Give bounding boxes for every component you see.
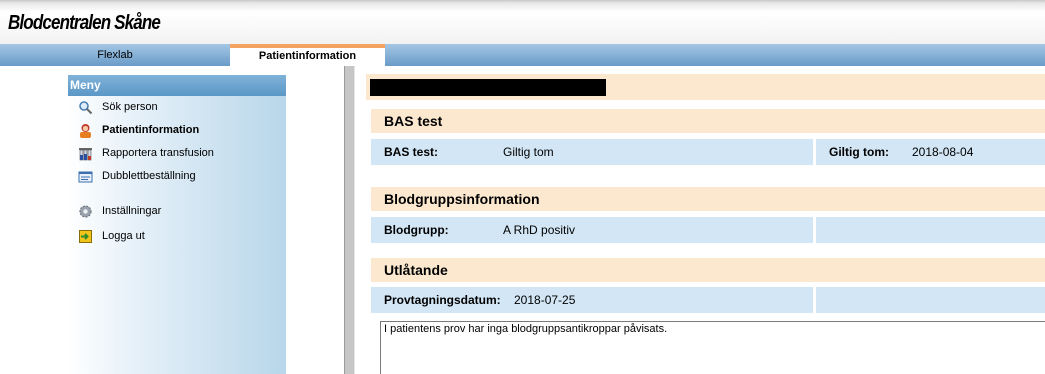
row-separator bbox=[813, 287, 816, 313]
app-title: Blodcentralen Skåne bbox=[8, 12, 161, 34]
blood-group-row: Blodgrupp: A RhD positiv bbox=[371, 217, 1045, 243]
sidebar-item-label: Logga ut bbox=[102, 230, 145, 242]
sidebar-item-sok-person[interactable]: Sök person bbox=[68, 97, 286, 118]
menu-header: Meny bbox=[68, 75, 286, 96]
sample-date-row: Provtagningsdatum: 2018-07-25 bbox=[371, 287, 1045, 313]
tab-patientinformation[interactable]: Patientinformation bbox=[230, 44, 385, 66]
sidebar-item-label: Sök person bbox=[102, 101, 158, 113]
sidebar-item-label: Inställningar bbox=[102, 205, 162, 217]
sidebar-item-label: Patientinformation bbox=[102, 124, 200, 136]
tab-flexlab[interactable]: Flexlab bbox=[0, 44, 230, 66]
blood-tubes-icon bbox=[78, 146, 93, 161]
sidebar-item-label: Rapportera transfusion bbox=[102, 147, 214, 159]
tab-bar: Flexlab Patientinformation bbox=[0, 44, 1045, 66]
patient-icon bbox=[78, 123, 93, 138]
section-statement-title: Utlåtande bbox=[371, 258, 1045, 282]
sidebar-item-dubblettbestallning[interactable]: Dubblettbeställning bbox=[68, 166, 286, 187]
patient-name-bar bbox=[366, 74, 1045, 100]
sidebar-item-label: Dubblettbeställning bbox=[102, 170, 196, 182]
valid-until-value: 2018-08-04 bbox=[912, 145, 974, 159]
magnifier-icon bbox=[78, 100, 93, 115]
duplicate-order-icon bbox=[78, 169, 93, 184]
splitter-handle[interactable] bbox=[344, 66, 355, 374]
sample-date-value: 2018-07-25 bbox=[514, 293, 576, 307]
gear-icon bbox=[78, 204, 93, 219]
valid-until-label: Giltig tom: bbox=[829, 145, 889, 159]
sidebar-menu: Meny Sök person Patientinformation Rappo… bbox=[68, 75, 286, 374]
sidebar-item-logga-ut[interactable]: Logga ut bbox=[68, 226, 286, 247]
section-bas-test-title: BAS test bbox=[371, 109, 1045, 133]
sidebar-item-rapportera-transfusion[interactable]: Rapportera transfusion bbox=[68, 143, 286, 164]
app-header: Blodcentralen Skåne bbox=[0, 0, 1045, 44]
bas-test-row: BAS test: Giltig tom Giltig tom: 2018-08… bbox=[371, 139, 1045, 165]
bas-test-label: BAS test: bbox=[384, 145, 439, 159]
blood-group-label: Blodgrupp: bbox=[384, 223, 449, 237]
blood-group-value: A RhD positiv bbox=[503, 223, 576, 237]
sample-date-label: Provtagningsdatum: bbox=[384, 293, 501, 307]
sidebar-item-patientinformation[interactable]: Patientinformation bbox=[68, 120, 286, 141]
logout-icon bbox=[78, 229, 93, 244]
row-separator bbox=[813, 139, 816, 165]
patient-details: BAS test BAS test: Giltig tom Giltig tom… bbox=[366, 66, 1045, 374]
redacted-patient-name bbox=[370, 79, 606, 96]
sidebar-item-installningar[interactable]: Inställningar bbox=[68, 201, 286, 222]
bas-test-value: Giltig tom bbox=[503, 145, 554, 159]
section-blood-group-title: Blodgruppsinformation bbox=[371, 187, 1045, 211]
statement-text-area[interactable]: I patientens prov har inga blodgruppsant… bbox=[380, 321, 1045, 374]
row-separator bbox=[813, 217, 816, 243]
